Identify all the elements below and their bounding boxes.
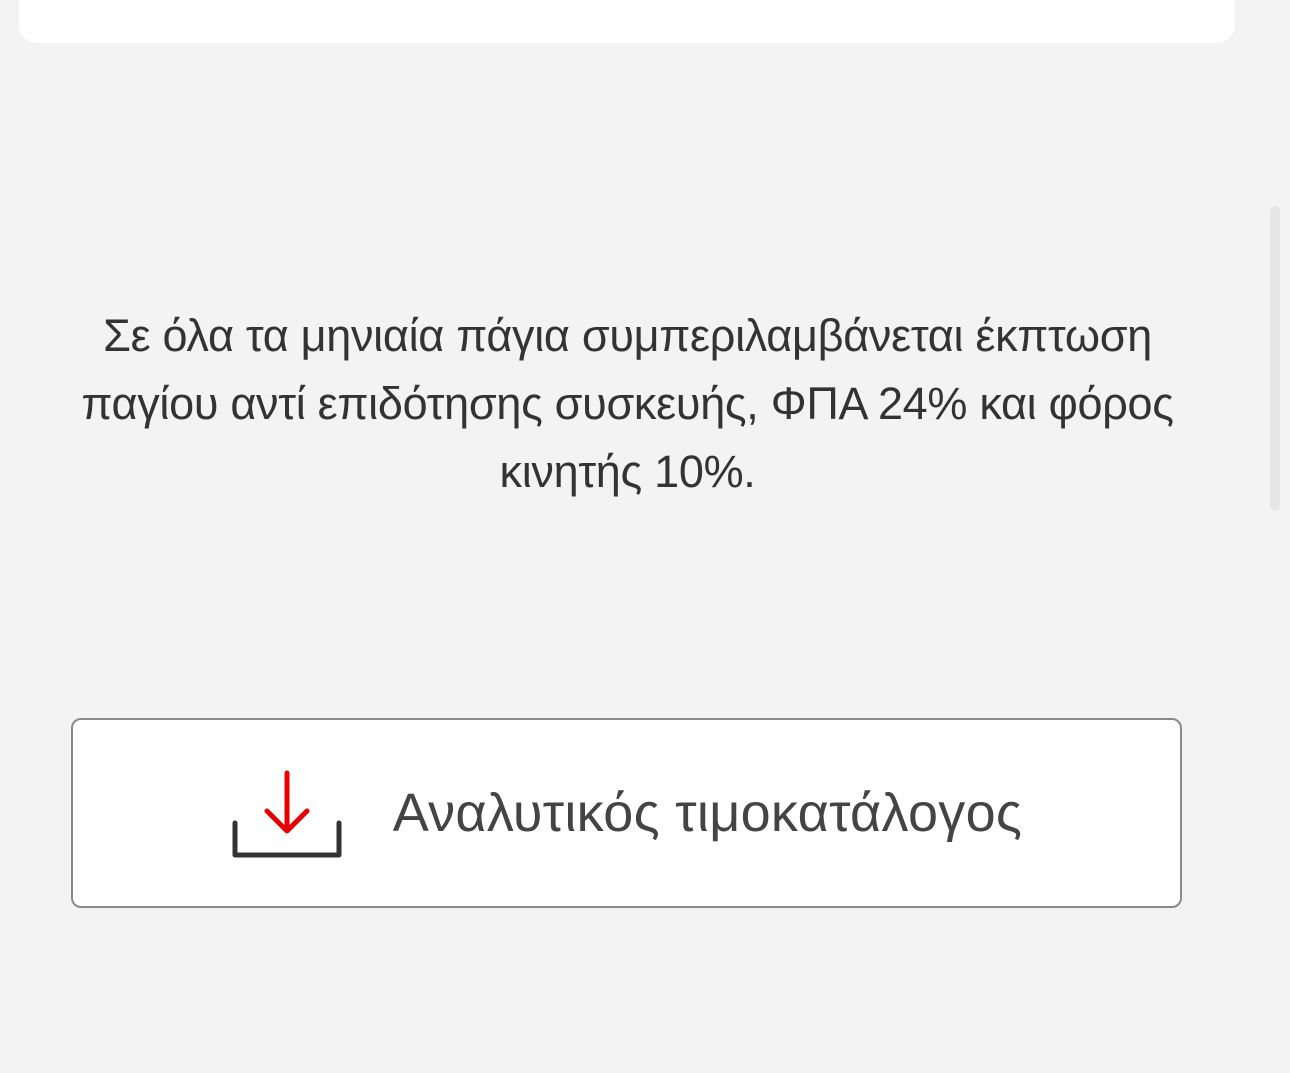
download-price-list-button[interactable]: Αναλυτικός τιμοκατάλογος (71, 718, 1182, 908)
download-icon (231, 767, 343, 859)
page: Σε όλα τα μηνιαία πάγια συμπεριλαμβάνετα… (0, 0, 1290, 1073)
top-card (19, 0, 1235, 43)
scrollbar[interactable] (1270, 206, 1280, 511)
pricing-disclaimer: Σε όλα τα μηνιαία πάγια συμπεριλαμβάνετα… (81, 310, 1174, 497)
download-button-label: Αναλυτικός τιμοκατάλογος (392, 783, 1023, 843)
